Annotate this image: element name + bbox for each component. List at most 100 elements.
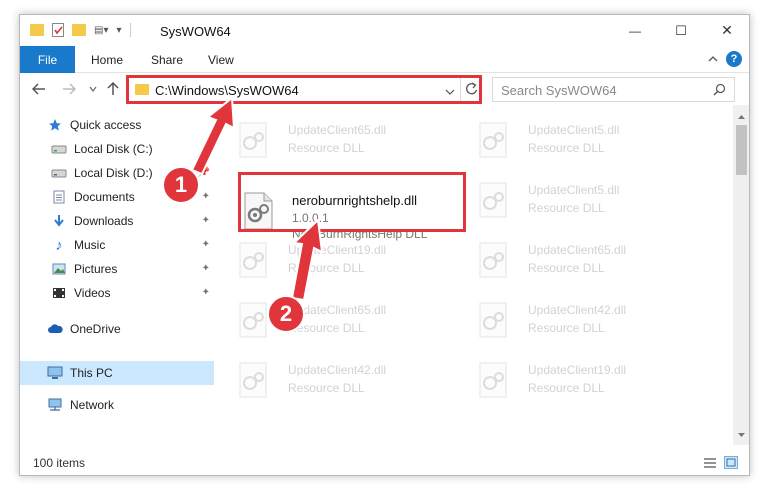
chevron-down-icon[interactable]: ▾ bbox=[116, 25, 121, 36]
sidebar-item-label: This PC bbox=[70, 366, 113, 380]
sidebar-item-label: Network bbox=[70, 398, 115, 412]
sidebar-item-label: Local Disk (D:) bbox=[74, 166, 153, 180]
back-arrow-icon bbox=[32, 83, 45, 95]
list-item[interactable]: UpdateClient42.dll Resource DLL bbox=[238, 359, 468, 413]
refresh-icon[interactable] bbox=[465, 82, 478, 99]
file-type: Resource DLL bbox=[528, 141, 605, 155]
navigation-bar: C:\Windows\SysWOW64 Search SysWOW64 bbox=[20, 74, 749, 105]
file-name: neroburnrightshelp.dll bbox=[292, 193, 418, 208]
dll-file-icon bbox=[479, 182, 507, 218]
tab-file[interactable]: File bbox=[20, 46, 75, 73]
sidebar-item-downloads[interactable]: Downloads ✦ bbox=[20, 209, 214, 233]
tab-view[interactable]: View bbox=[208, 53, 234, 67]
tab-share[interactable]: Share bbox=[151, 53, 183, 67]
properties-icon[interactable] bbox=[52, 23, 64, 37]
file-type: Resource DLL bbox=[288, 261, 365, 275]
pin-icon[interactable]: ✦ bbox=[202, 239, 210, 250]
file-name: UpdateClient19.dll bbox=[288, 243, 387, 257]
dll-file-icon bbox=[479, 302, 507, 338]
minimize-button[interactable]: — bbox=[612, 15, 658, 46]
pin-icon[interactable]: 📌 bbox=[198, 167, 210, 178]
title-bar: ▤▾ ▾ SysWOW64 — ☐ ✕ bbox=[20, 15, 749, 46]
pin-icon[interactable]: ✦ bbox=[202, 191, 210, 202]
folder-icon[interactable] bbox=[30, 24, 44, 36]
step-1-badge: 1 bbox=[162, 166, 200, 204]
address-path[interactable]: C:\Windows\SysWOW64 bbox=[155, 83, 299, 98]
details-view-icon[interactable] bbox=[703, 457, 717, 472]
forward-button[interactable] bbox=[58, 78, 80, 100]
navigation-pane: Quick access Local Disk (C:) Local Disk … bbox=[20, 113, 214, 443]
title-separator bbox=[129, 23, 131, 37]
search-input[interactable]: Search SysWOW64 bbox=[501, 83, 617, 98]
address-divider bbox=[460, 78, 461, 101]
up-arrow-icon bbox=[107, 82, 119, 95]
sidebar-item-network[interactable]: Network bbox=[20, 393, 214, 417]
scroll-down-icon[interactable] bbox=[737, 427, 746, 441]
customize-toolbar-icon[interactable]: ▤▾ bbox=[94, 25, 108, 36]
list-item[interactable]: UpdateClient65.dll Resource DLL bbox=[478, 239, 708, 293]
scroll-up-icon[interactable] bbox=[737, 109, 746, 123]
dll-file-icon bbox=[479, 362, 507, 398]
sidebar-item-local-disk-c[interactable]: Local Disk (C:) bbox=[20, 137, 214, 161]
sidebar-item-label: OneDrive bbox=[70, 322, 121, 336]
documents-icon bbox=[50, 189, 68, 205]
close-button[interactable]: ✕ bbox=[704, 15, 749, 46]
file-name: UpdateClient42.dll bbox=[528, 303, 627, 317]
sidebar-item-quick-access[interactable]: Quick access bbox=[20, 113, 214, 137]
search-box[interactable]: Search SysWOW64 bbox=[492, 77, 735, 102]
list-item[interactable]: UpdateClient5.dll Resource DLL bbox=[478, 119, 708, 173]
vertical-scrollbar[interactable] bbox=[733, 105, 749, 445]
star-icon bbox=[46, 117, 64, 133]
dll-file-icon bbox=[239, 362, 267, 398]
sidebar-item-label: Pictures bbox=[74, 262, 118, 276]
sidebar-item-onedrive[interactable]: OneDrive bbox=[20, 317, 214, 341]
file-name: UpdateClient5.dll bbox=[528, 183, 620, 197]
drive-icon bbox=[50, 141, 68, 157]
address-dropdown-icon[interactable] bbox=[445, 85, 455, 99]
file-item-neroburnrightshelp[interactable]: neroburnrightshelp.dll 1.0.0.1 NeroBurnR… bbox=[242, 189, 472, 243]
dll-file-icon bbox=[239, 122, 267, 158]
list-item[interactable]: UpdateClient5.dll Resource DLL bbox=[478, 179, 708, 233]
explorer-window: ▤▾ ▾ SysWOW64 — ☐ ✕ File Home Share View… bbox=[19, 14, 750, 476]
maximize-button[interactable]: ☐ bbox=[658, 15, 704, 46]
folder-icon bbox=[135, 84, 149, 95]
dll-file-icon bbox=[239, 302, 267, 338]
pin-icon[interactable]: ✦ bbox=[202, 263, 210, 274]
help-button[interactable]: ? bbox=[726, 51, 742, 67]
sidebar-item-pictures[interactable]: Pictures ✦ bbox=[20, 257, 214, 281]
dll-file-icon bbox=[239, 242, 267, 278]
file-name: UpdateClient19.dll bbox=[528, 363, 627, 377]
list-item[interactable]: UpdateClient19.dll Resource DLL bbox=[478, 359, 708, 413]
large-icons-view-icon[interactable] bbox=[724, 456, 738, 469]
sidebar-item-videos[interactable]: Videos ✦ bbox=[20, 281, 214, 305]
list-item[interactable]: UpdateClient65.dll Resource DLL bbox=[238, 119, 468, 173]
sidebar-item-label: Local Disk (C:) bbox=[74, 142, 153, 156]
recent-locations-button[interactable] bbox=[82, 78, 104, 100]
dll-file-icon bbox=[244, 192, 273, 230]
list-item[interactable]: UpdateClient42.dll Resource DLL bbox=[478, 299, 708, 353]
file-type: Resource DLL bbox=[528, 321, 605, 335]
quick-access-toolbar: ▤▾ ▾ bbox=[30, 23, 131, 37]
sidebar-item-label: Documents bbox=[74, 190, 135, 204]
cloud-icon bbox=[46, 321, 64, 337]
dll-file-icon bbox=[479, 242, 507, 278]
window-title: SysWOW64 bbox=[160, 24, 231, 39]
file-version: 1.0.0.1 bbox=[292, 211, 329, 225]
file-type: Resource DLL bbox=[528, 201, 605, 215]
sidebar-item-label: Quick access bbox=[70, 118, 142, 132]
back-button[interactable] bbox=[28, 78, 50, 100]
up-button[interactable] bbox=[102, 78, 124, 100]
scrollbar-thumb[interactable] bbox=[736, 125, 747, 175]
pin-icon[interactable]: ✦ bbox=[202, 215, 210, 226]
new-folder-icon[interactable] bbox=[72, 24, 86, 36]
tab-home[interactable]: Home bbox=[91, 53, 123, 67]
address-bar[interactable]: C:\Windows\SysWOW64 bbox=[128, 77, 480, 102]
search-icon[interactable] bbox=[713, 83, 726, 99]
file-type: Resource DLL bbox=[528, 261, 605, 275]
ribbon-expand-icon[interactable] bbox=[707, 51, 719, 70]
list-item[interactable]: UpdateClient19.dll Resource DLL bbox=[238, 239, 468, 293]
dll-file-icon bbox=[479, 122, 507, 158]
sidebar-item-this-pc[interactable]: This PC bbox=[20, 361, 214, 385]
pin-icon[interactable]: ✦ bbox=[202, 287, 210, 298]
sidebar-item-music[interactable]: ♪ Music ✦ bbox=[20, 233, 214, 257]
